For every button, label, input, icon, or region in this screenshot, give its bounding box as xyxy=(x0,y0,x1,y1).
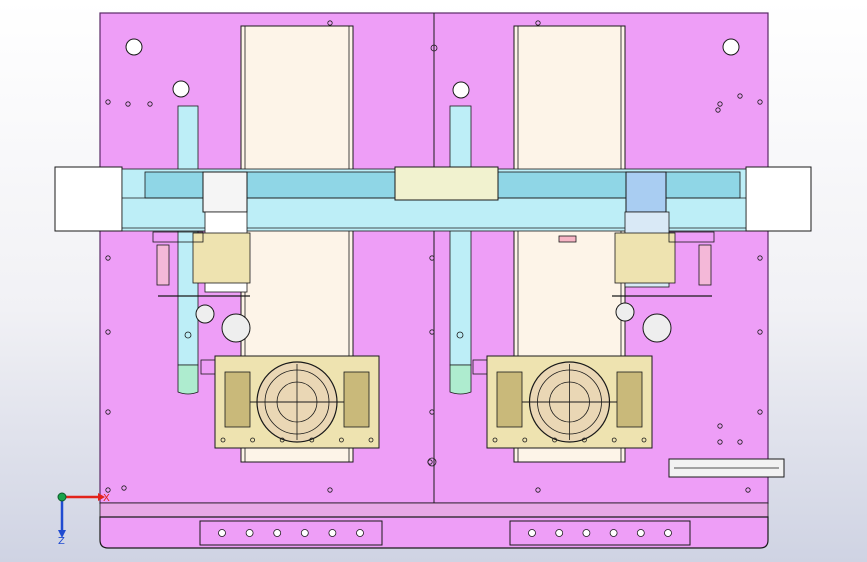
strip-hole xyxy=(356,529,364,537)
fixture-clamp-right-1 xyxy=(343,371,370,428)
gantry-end-block-right xyxy=(745,166,812,232)
strip-hole xyxy=(273,529,282,537)
locating-pin-left xyxy=(125,38,143,56)
carriage-right-cylinder xyxy=(698,244,712,286)
machine-assembly xyxy=(54,12,812,549)
vertical-rail-upper-2 xyxy=(449,105,472,171)
strip-hole xyxy=(300,529,309,537)
gripper-roller xyxy=(221,313,251,343)
carriage-left-cylinder xyxy=(156,244,170,286)
lower-rail-strip xyxy=(99,502,769,518)
fixture-clamp-left-2 xyxy=(496,371,523,428)
gantry-center-coupler xyxy=(394,166,499,201)
rail-foot-2 xyxy=(449,364,472,395)
strip-hole xyxy=(328,529,337,537)
gripper-roller xyxy=(615,302,635,322)
cad-drawing-canvas[interactable]: X Z xyxy=(0,0,867,562)
gripper-roller xyxy=(195,304,215,324)
triad-y-axis xyxy=(57,492,67,502)
gripper-roller xyxy=(642,313,672,343)
strip-hole xyxy=(582,529,591,537)
carriage-right-bracket xyxy=(614,232,676,284)
strip-hole xyxy=(245,529,254,537)
vertical-rail-lower-2 xyxy=(449,229,472,366)
rail-foot-1 xyxy=(177,364,199,395)
vertical-rail-upper-1 xyxy=(177,105,199,171)
carriage-right-head xyxy=(625,171,667,213)
strip-hole xyxy=(609,529,618,537)
fixture-clamp-left-1 xyxy=(224,371,251,428)
strip-hole xyxy=(555,529,564,537)
gantry-end-block-left xyxy=(54,166,123,232)
strip-hole xyxy=(664,529,672,537)
fixture-clamp-right-2 xyxy=(616,371,643,428)
strip-hole xyxy=(528,529,536,537)
triad-z-label: Z xyxy=(58,536,65,547)
sensor-port-left xyxy=(172,80,190,98)
locating-pin-right xyxy=(722,38,740,56)
triad-x-label: X xyxy=(103,493,110,504)
strip-hole xyxy=(636,529,645,537)
slot-marker xyxy=(558,235,577,243)
sensor-port-right xyxy=(452,81,470,99)
strip-hole xyxy=(218,529,226,537)
carriage-left-head xyxy=(202,171,248,213)
carriage-left-bracket xyxy=(192,232,251,284)
